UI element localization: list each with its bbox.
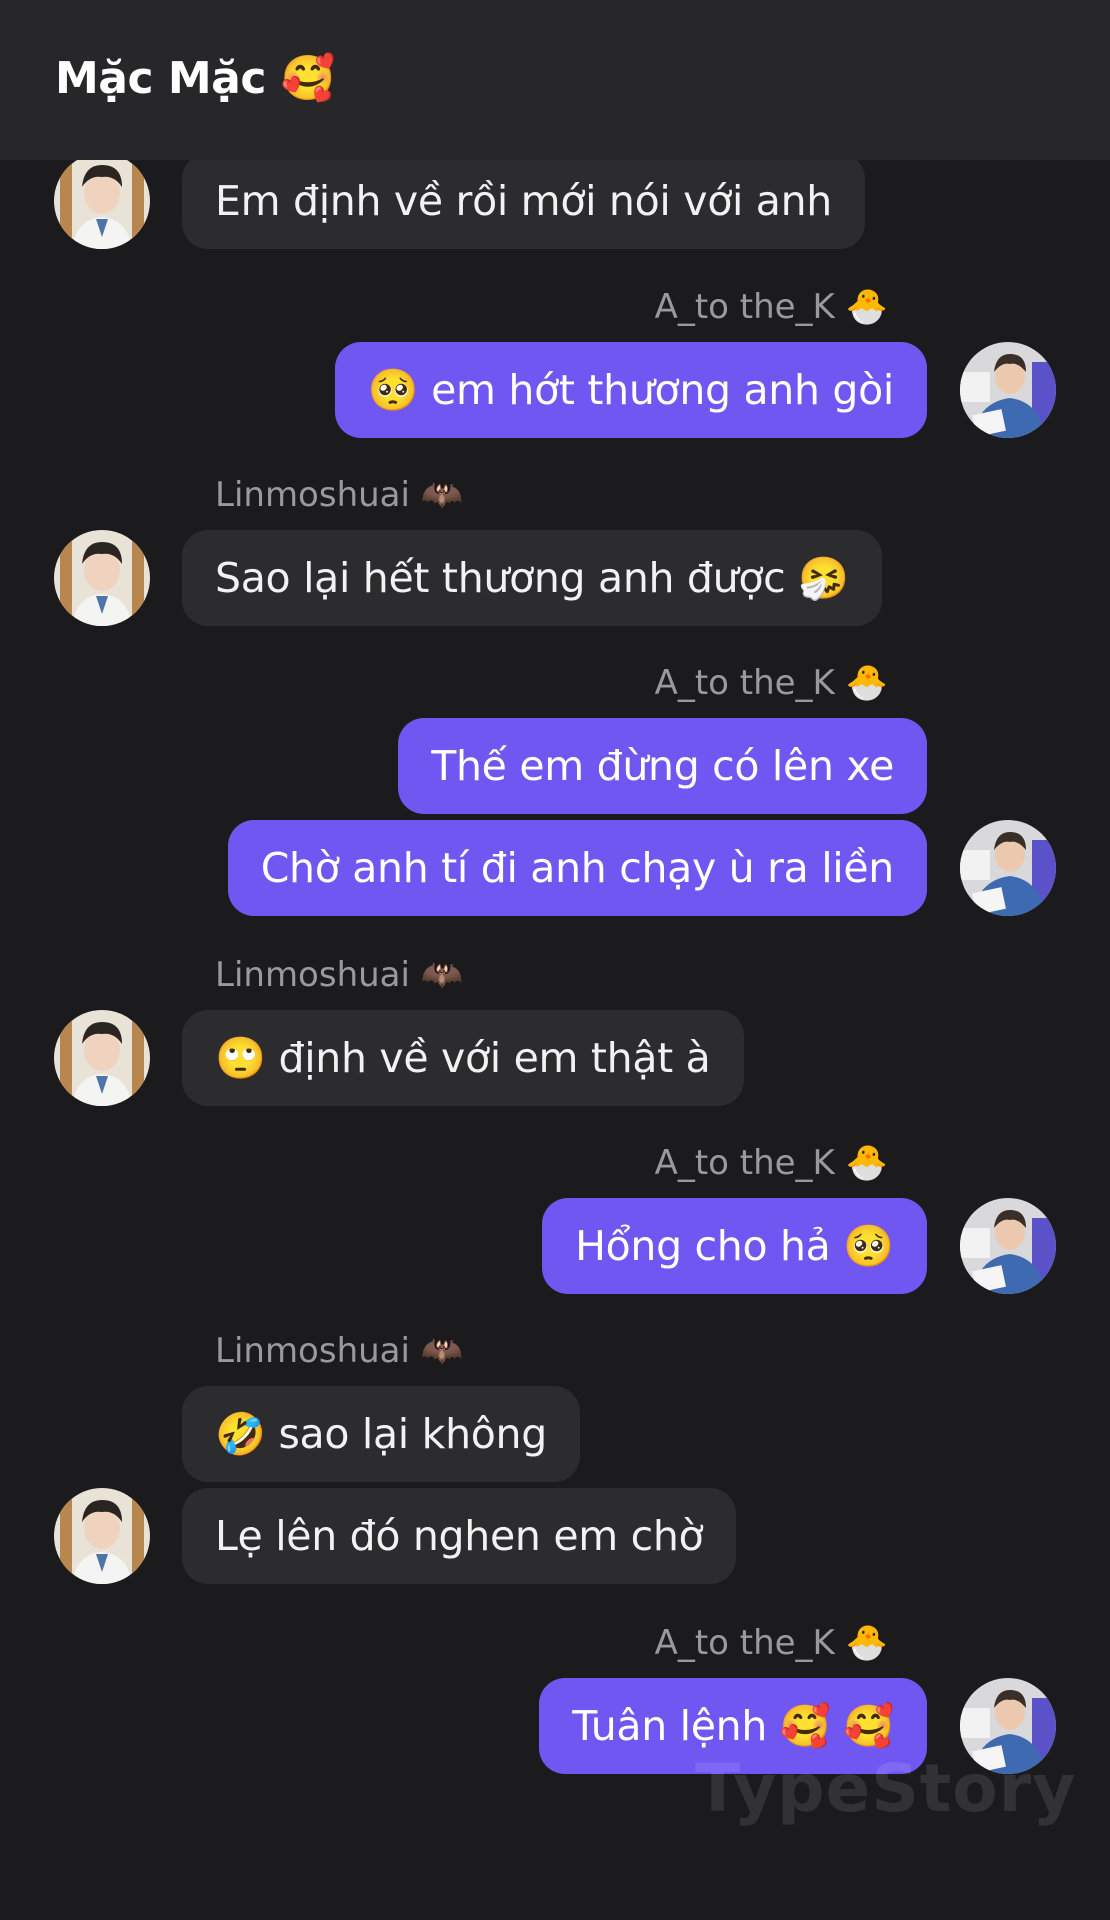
incoming-message-bubble[interactable]: Em định về rồi mới nói với anh — [182, 153, 865, 249]
sender-name: A_to the_K 🐣 — [654, 1143, 888, 1183]
sender-name: Linmoshuai 🦇 — [215, 955, 464, 995]
incoming-message-bubble[interactable]: Sao lại hết thương anh được 🤧 — [182, 530, 882, 626]
sender-name: A_to the_K 🐣 — [654, 663, 888, 703]
user-avatar[interactable] — [960, 342, 1056, 438]
sender-name: Linmoshuai 🦇 — [215, 1331, 464, 1371]
outgoing-message-bubble[interactable]: 🥺 em hớt thương anh gòi — [334, 342, 927, 438]
message-list[interactable]: Em định về rồi mới nói với anh A_to the_… — [0, 0, 1110, 1920]
incoming-message-bubble[interactable]: Lẹ lên đó nghen em chờ — [182, 1488, 737, 1584]
contact-avatar[interactable] — [54, 1488, 150, 1584]
user-avatar[interactable] — [960, 820, 1056, 916]
contact-avatar[interactable] — [54, 153, 150, 249]
contact-avatar[interactable] — [54, 1010, 150, 1106]
watermark: TypeStory — [695, 1750, 1077, 1827]
sender-name: Linmoshuai 🦇 — [215, 475, 464, 515]
chat-header: Mặc Mặc 🥰 — [0, 0, 1110, 160]
incoming-message-bubble[interactable]: 🙄 định về với em thật à — [182, 1010, 744, 1106]
user-avatar[interactable] — [960, 1198, 1056, 1294]
outgoing-message-bubble[interactable]: Chờ anh tí đi anh chạy ù ra liền — [227, 820, 927, 916]
sender-name: A_to the_K 🐣 — [654, 1623, 888, 1663]
incoming-message-bubble[interactable]: 🤣 sao lại không — [182, 1386, 580, 1482]
chat-title[interactable]: Mặc Mặc 🥰 — [55, 52, 336, 104]
sender-name: A_to the_K 🐣 — [654, 287, 888, 327]
contact-avatar[interactable] — [54, 530, 150, 626]
outgoing-message-bubble[interactable]: Hổng cho hả 🥺 — [542, 1198, 927, 1294]
outgoing-message-bubble[interactable]: Thế em đừng có lên xe — [398, 718, 927, 814]
